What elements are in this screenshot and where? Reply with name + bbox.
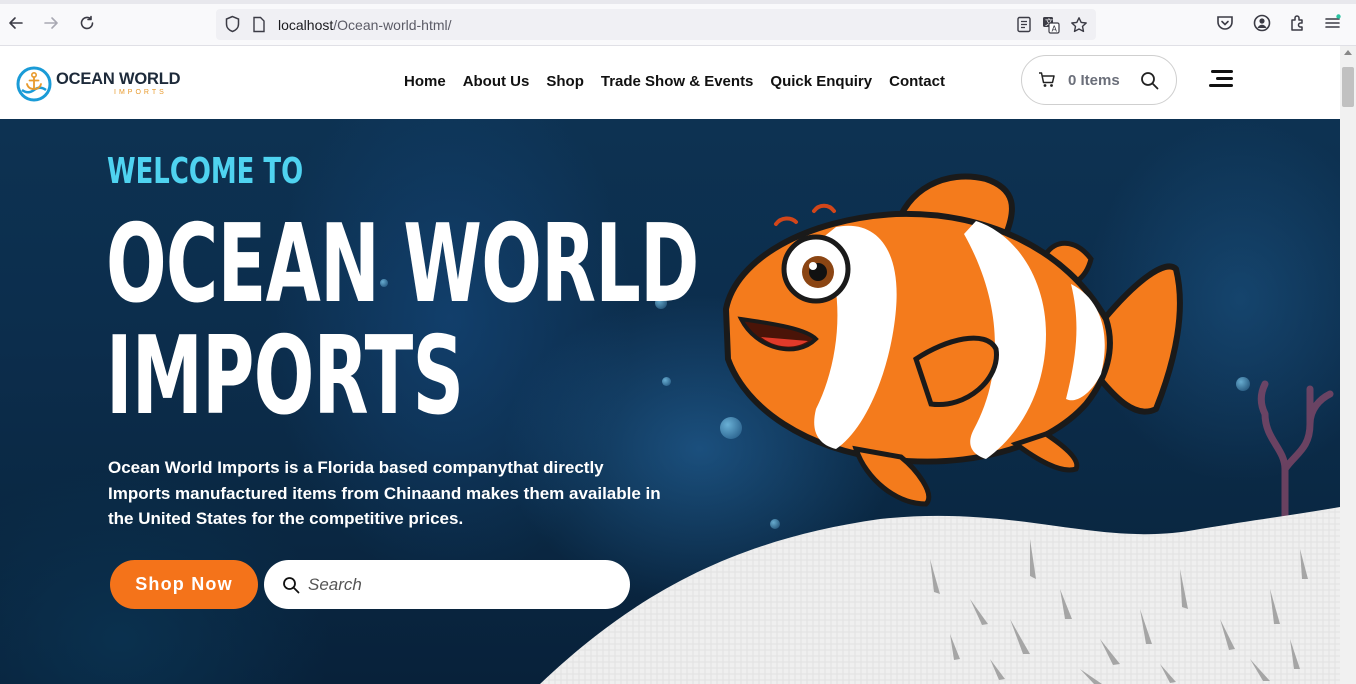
shop-now-button[interactable]: Shop Now: [110, 560, 258, 609]
clownfish-illustration: [722, 173, 1183, 507]
translate-icon[interactable]: 文A: [1042, 16, 1060, 34]
search-icon: [283, 577, 300, 594]
site-logo[interactable]: OCEAN WORLD IMPORTS: [16, 64, 186, 104]
svg-text:A: A: [1052, 25, 1058, 34]
menu-icon[interactable]: [1323, 13, 1343, 33]
logo-subtitle: IMPORTS: [114, 89, 167, 96]
address-bar[interactable]: localhost/Ocean-world-html/ 文A: [216, 9, 1096, 40]
shield-icon[interactable]: [224, 15, 241, 33]
hero-welcome-text: WELCOME TO: [107, 151, 304, 192]
main-nav: Home About Us Shop Trade Show & Events Q…: [404, 73, 962, 90]
url-text[interactable]: localhost/Ocean-world-html/: [278, 17, 452, 33]
scrollbar-thumb[interactable]: [1342, 67, 1354, 107]
back-arrow-icon[interactable]: [4, 11, 28, 35]
page-scrollbar[interactable]: [1340, 46, 1356, 684]
hero-title-line2: IMPORTS: [106, 314, 464, 439]
nav-home[interactable]: Home: [404, 73, 446, 90]
nav-trade-show-events[interactable]: Trade Show & Events: [601, 73, 754, 90]
cart-search-pill: 0 Items: [1021, 55, 1177, 105]
hero-search-input[interactable]: [308, 572, 608, 598]
hamburger-line: [1211, 70, 1233, 73]
star-icon[interactable]: [1070, 16, 1088, 34]
nav-quick-enquiry[interactable]: Quick Enquiry: [770, 73, 872, 90]
hamburger-line: [1216, 77, 1233, 80]
url-host: localhost: [278, 17, 334, 33]
anchor-logo-icon: [16, 66, 52, 102]
forward-arrow-icon[interactable]: [39, 11, 63, 35]
browser-toolbar: localhost/Ocean-world-html/ 文A: [0, 0, 1356, 46]
pocket-icon[interactable]: [1215, 13, 1235, 33]
account-icon[interactable]: [1252, 13, 1272, 33]
hamburger-icon[interactable]: [1209, 70, 1233, 88]
cart-icon[interactable]: [1038, 71, 1056, 89]
page-icon: [253, 16, 265, 33]
hero-search-bar: [264, 560, 630, 609]
hamburger-line: [1209, 84, 1233, 87]
reload-icon[interactable]: [75, 11, 99, 35]
hero-title-line1: OCEAN WORLD: [106, 202, 699, 327]
cart-items-count[interactable]: 0 Items: [1068, 72, 1120, 89]
nav-about-us[interactable]: About Us: [463, 73, 530, 90]
scroll-up-arrow-icon[interactable]: [1344, 50, 1352, 55]
extensions-icon[interactable]: [1288, 13, 1308, 33]
hero-banner: WELCOME TO OCEAN WORLD IMPORTS Ocean Wor…: [0, 119, 1340, 684]
hero-description: Ocean World Imports is a Florida based c…: [108, 458, 661, 528]
search-icon[interactable]: [1140, 71, 1159, 90]
site-header: OCEAN WORLD IMPORTS Home About Us Shop T…: [0, 46, 1340, 119]
nav-shop[interactable]: Shop: [546, 73, 584, 90]
url-path: /Ocean-world-html/: [333, 17, 452, 33]
reader-icon[interactable]: [1016, 16, 1032, 33]
tab-strip-edge: [0, 0, 1356, 4]
hero-title: OCEAN WORLD IMPORTS: [106, 209, 699, 433]
nav-contact[interactable]: Contact: [889, 73, 945, 90]
logo-name: OCEAN WORLD: [56, 70, 181, 88]
